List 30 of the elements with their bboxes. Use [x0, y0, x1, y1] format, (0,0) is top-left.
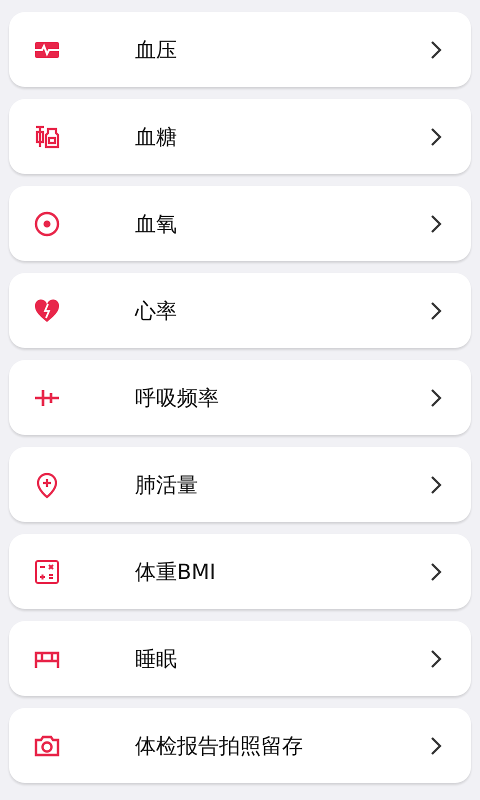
item-label: 血压 [135, 36, 178, 64]
broken-heart-icon [33, 296, 61, 324]
target-icon [33, 210, 61, 238]
menu-item-card[interactable]: 肺活量 [9, 447, 471, 522]
chevron-right-icon [429, 560, 443, 582]
calculator-icon [33, 558, 61, 586]
item-label: 睡眠 [135, 646, 178, 672]
chevron-right-icon [429, 126, 443, 148]
item-label: 血氧 [135, 210, 178, 238]
item-label: 肺活量 [135, 472, 199, 498]
menu-item-card[interactable]: 体检报告拍照留存 [9, 708, 471, 783]
item-label: 心率 [135, 298, 178, 324]
chevron-right-icon [429, 212, 443, 234]
menu-item-card[interactable]: 血压 [9, 12, 471, 87]
chevron-right-icon [429, 386, 443, 408]
chevron-right-icon [429, 38, 443, 60]
item-label: 体检报告拍照留存 [135, 732, 304, 760]
chevron-right-icon [429, 300, 443, 322]
menu-item-card[interactable]: 呼吸频率 [9, 360, 471, 435]
menu-item-card[interactable]: 血糖 [9, 99, 471, 174]
menu-item-card[interactable]: 心率 [9, 273, 471, 348]
menu-item-card[interactable]: 睡眠 [9, 621, 471, 696]
chevron-right-icon [429, 648, 443, 670]
chevron-right-icon [429, 734, 443, 756]
item-label: 呼吸频率 [135, 384, 220, 412]
item-label: 血糖 [135, 124, 178, 150]
menu-item-card[interactable]: 体重BMI [9, 534, 471, 609]
chevron-right-icon [429, 474, 443, 496]
item-label: 体重BMI [135, 558, 217, 586]
menu-item-card[interactable]: 血氧 [9, 186, 471, 261]
